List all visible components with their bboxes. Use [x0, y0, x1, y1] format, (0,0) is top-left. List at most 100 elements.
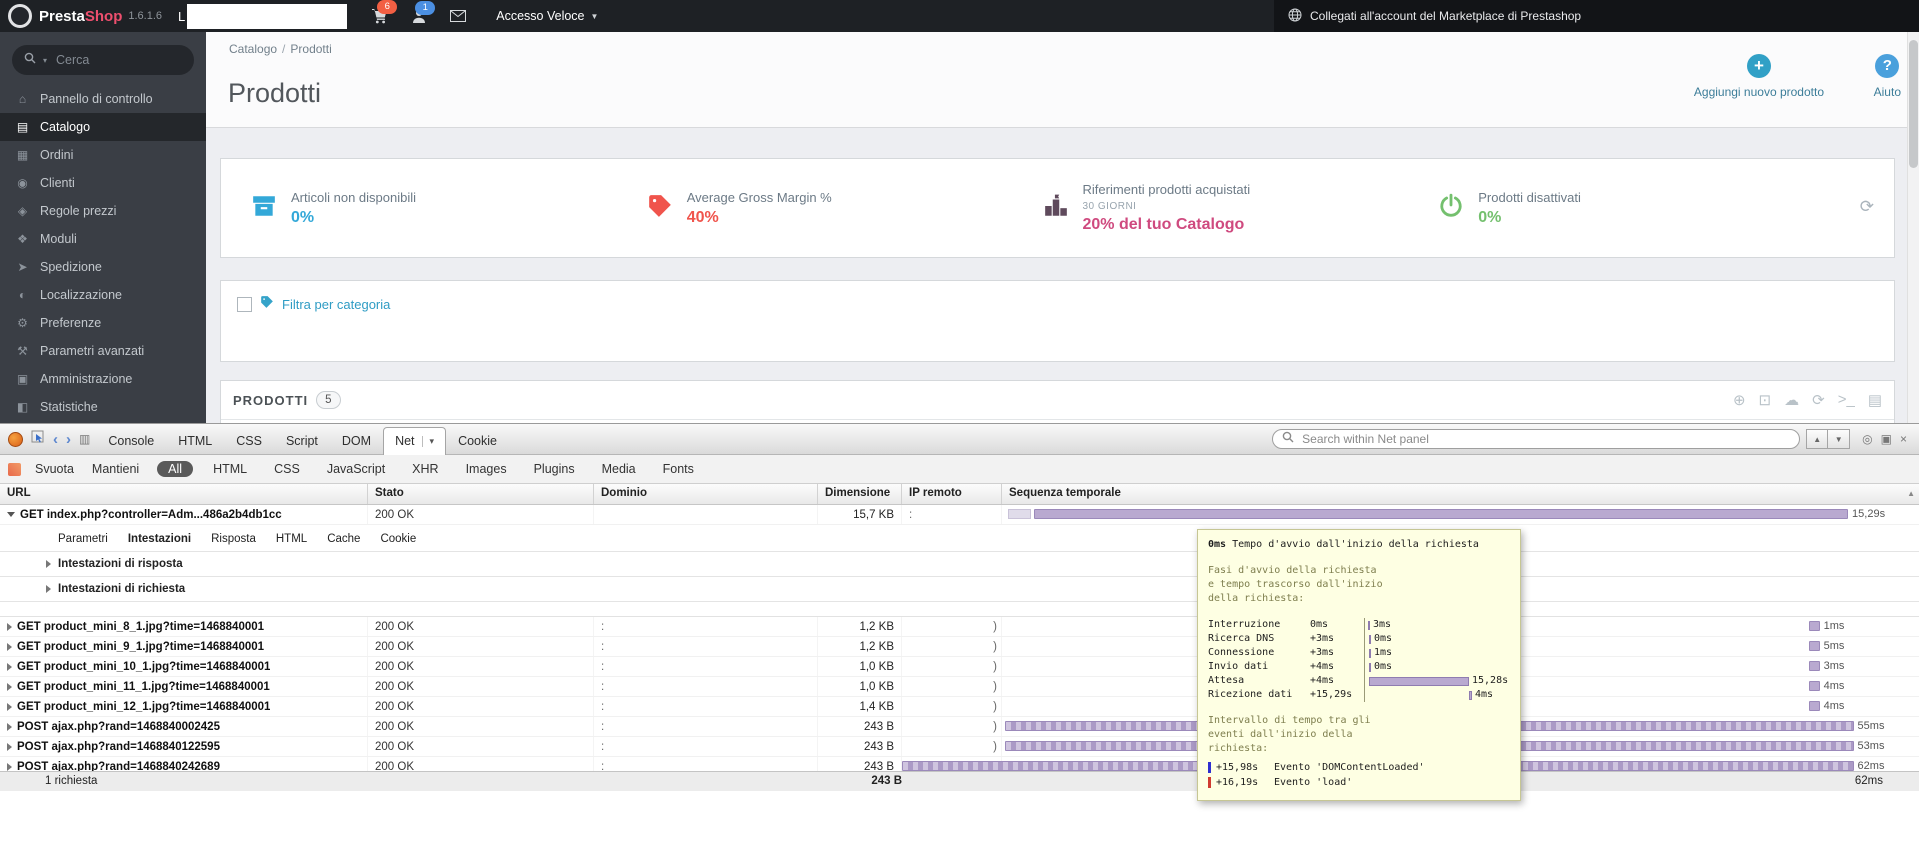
sidebar-item-shipping[interactable]: ➤ Spedizione	[0, 253, 206, 281]
firebug-menu-icon[interactable]	[8, 431, 23, 447]
shop-name[interactable]: L	[178, 9, 185, 24]
kpi-out-of-stock[interactable]: Articoli non disponibili 0%	[251, 190, 647, 227]
detail-section[interactable]: Intestazioni di risposta	[0, 551, 1919, 576]
sidebar-search[interactable]: ▾	[12, 45, 194, 75]
twisty-icon[interactable]	[7, 682, 12, 691]
detail-tab-cache[interactable]: Cache	[327, 533, 360, 545]
kpi-disabled-products[interactable]: Prodotti disattivati 0%	[1438, 190, 1834, 227]
net-filter-xhr[interactable]: XHR	[405, 461, 445, 477]
net-request-row[interactable]: POST ajax.php?rand=1468840002425 200 OK:2…	[0, 717, 1919, 737]
net-request-row[interactable]: GET index.php?controller=Adm...486a2b4db…	[0, 505, 1919, 525]
prestashop-logo-icon[interactable]	[8, 4, 32, 28]
cloud-upload-icon[interactable]: ☁	[1784, 391, 1799, 409]
column-header-sequenza-temporale[interactable]: Sequenza temporale	[1002, 484, 1919, 504]
net-search-input[interactable]	[1300, 431, 1791, 447]
net-filter-javascript[interactable]: JavaScript	[320, 461, 392, 477]
net-request-row[interactable]: GET product_mini_8_1.jpg?time=1468840001…	[0, 617, 1919, 637]
net-search[interactable]	[1272, 429, 1801, 449]
sidebar-item-orders[interactable]: ▦ Ordini	[0, 141, 206, 169]
export-icon[interactable]: ⊡	[1759, 391, 1772, 409]
firebug-tab-html[interactable]: HTML	[166, 427, 224, 454]
sidebar-item-administration[interactable]: ▣ Amministrazione	[0, 365, 206, 393]
kpi-gross-margin[interactable]: Average Gross Margin % 40%	[647, 190, 1043, 227]
page-scrollbar[interactable]	[1907, 32, 1919, 423]
quick-access-dropdown[interactable]: Accesso Veloce ▼	[496, 9, 598, 23]
detail-section[interactable]: Intestazioni di richiesta	[0, 576, 1919, 602]
refresh-icon[interactable]: ⟳	[1812, 391, 1825, 409]
filter-category-checkbox[interactable]	[237, 297, 252, 312]
scroll-up-icon[interactable]: ▲	[1907, 489, 1915, 498]
sidebar-item-preferences[interactable]: ⚙ Preferenze	[0, 309, 206, 337]
net-filter-all[interactable]: All	[157, 461, 194, 477]
detail-tab-cookie[interactable]: Cookie	[380, 533, 416, 545]
sidebar-item-catalog[interactable]: ▤ Catalogo	[0, 113, 206, 141]
twisty-icon[interactable]	[7, 622, 12, 631]
sidebar-search-input[interactable]	[54, 52, 167, 68]
detach-icon[interactable]: ▣	[1881, 432, 1892, 446]
options-icon[interactable]: ◎	[1862, 432, 1872, 446]
twisty-icon[interactable]	[7, 702, 12, 711]
firebug-tab-script[interactable]: Script	[274, 427, 330, 454]
twisty-icon[interactable]	[7, 742, 12, 751]
back-icon[interactable]: ‹	[53, 432, 58, 447]
net-request-row[interactable]: GET product_mini_10_1.jpg?time=146884000…	[0, 657, 1919, 677]
sidebar-item-localization[interactable]: ◐ Localizzazione	[0, 281, 206, 309]
sidebar-item-modules[interactable]: ❖ Moduli	[0, 225, 206, 253]
kpi-purchased-references[interactable]: Riferimenti prodotti acquistati 30 GIORN…	[1043, 182, 1439, 234]
panel-list-icon[interactable]: ▥	[79, 432, 90, 446]
twisty-icon[interactable]	[46, 585, 51, 593]
add-icon[interactable]: ⊕	[1733, 391, 1746, 409]
twisty-icon[interactable]	[7, 642, 12, 651]
column-header-url[interactable]: URL	[0, 484, 368, 504]
column-header-stato[interactable]: Stato	[368, 484, 594, 504]
firebug-tab-console[interactable]: Console	[96, 427, 166, 454]
sidebar-item-advanced-parameters[interactable]: ⚒ Parametri avanzati	[0, 337, 206, 365]
persist-button[interactable]: Mantieni	[92, 462, 139, 476]
firebug-tab-cookie[interactable]: Cookie	[446, 427, 509, 454]
net-request-row[interactable]: GET product_mini_11_1.jpg?time=146884000…	[0, 677, 1919, 697]
sidebar-item-customers[interactable]: ◉ Clienti	[0, 169, 206, 197]
filter-category-label[interactable]: Filtra per categoria	[282, 297, 390, 312]
sidebar-item-dashboard[interactable]: ⌂ Pannello di controllo	[0, 85, 206, 113]
twisty-icon[interactable]	[46, 560, 51, 568]
twisty-icon[interactable]	[7, 662, 12, 671]
terminal-icon[interactable]: >_	[1838, 391, 1855, 409]
net-filter-css[interactable]: CSS	[267, 461, 307, 477]
messages-icon[interactable]	[450, 10, 467, 22]
help-button[interactable]: ? Aiuto	[1874, 54, 1901, 99]
sidebar-item-stats[interactable]: ◧ Statistiche	[0, 393, 206, 421]
detail-tab-risposta[interactable]: Risposta	[211, 533, 256, 545]
column-header-dimensione[interactable]: Dimensione	[818, 484, 902, 504]
net-request-row[interactable]: GET product_mini_9_1.jpg?time=1468840001…	[0, 637, 1919, 657]
detail-tab-parametri[interactable]: Parametri	[58, 533, 108, 545]
logo-presta[interactable]: Presta	[39, 8, 85, 25]
twisty-icon[interactable]	[7, 512, 15, 517]
firebug-tab-css[interactable]: CSS	[224, 427, 274, 454]
firebug-tab-dom[interactable]: DOM	[330, 427, 383, 454]
net-filter-media[interactable]: Media	[595, 461, 643, 477]
net-request-row[interactable]: POST ajax.php?rand=1468840122595 200 OK:2…	[0, 737, 1919, 757]
net-filter-plugins[interactable]: Plugins	[527, 461, 582, 477]
twisty-icon[interactable]	[7, 762, 12, 771]
detail-tab-intestazioni[interactable]: Intestazioni	[128, 533, 191, 545]
firebug-tab-net[interactable]: Net ▾	[383, 427, 447, 455]
panel-options-icon[interactable]	[8, 462, 21, 476]
sidebar-item-price-rules[interactable]: ◈ Regole prezzi	[0, 197, 206, 225]
net-filter-html[interactable]: HTML	[206, 461, 254, 477]
net-filter-fonts[interactable]: Fonts	[656, 461, 701, 477]
close-icon[interactable]: ×	[1900, 432, 1907, 446]
customers-icon[interactable]: 1	[412, 0, 436, 24]
chevron-down-icon[interactable]: ▾	[421, 435, 434, 447]
search-next-button[interactable]: ▼	[1828, 429, 1851, 449]
twisty-icon[interactable]	[7, 722, 12, 731]
clear-button[interactable]: Svuota	[35, 462, 74, 476]
inspect-icon[interactable]	[31, 430, 45, 449]
column-header-dominio[interactable]: Dominio	[594, 484, 818, 504]
search-scope-caret-icon[interactable]: ▾	[43, 56, 47, 65]
cart-icon[interactable]: 6	[371, 0, 398, 24]
scrollbar-thumb[interactable]	[1909, 40, 1918, 168]
net-filter-images[interactable]: Images	[459, 461, 514, 477]
kpi-refresh-icon[interactable]: ⟳	[1860, 197, 1874, 217]
column-header-ip-remoto[interactable]: IP remoto	[902, 484, 1002, 504]
breadcrumb-parent[interactable]: Catalogo	[229, 42, 277, 56]
